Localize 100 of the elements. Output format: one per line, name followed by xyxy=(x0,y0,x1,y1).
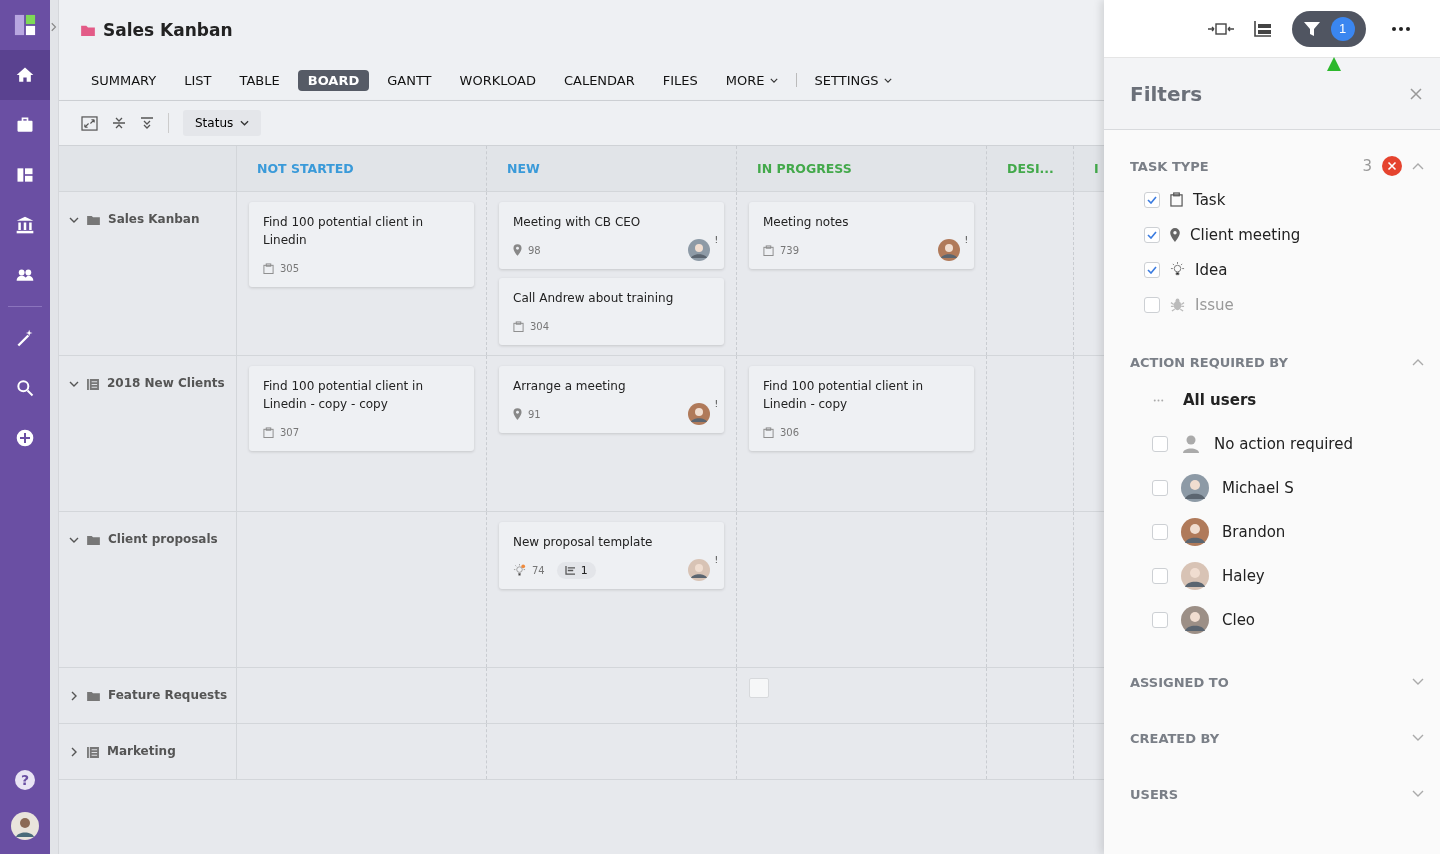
task-card[interactable]: New proposal template 74 1 ! xyxy=(499,522,724,589)
task-number: 91 xyxy=(528,408,541,420)
option-label[interactable]: Client meeting xyxy=(1190,225,1301,244)
task-number: 305 xyxy=(280,262,300,274)
avatar xyxy=(1181,606,1209,634)
checkbox[interactable] xyxy=(1152,612,1168,628)
pointer-icon xyxy=(1327,57,1341,71)
location-pin-icon xyxy=(1170,227,1180,242)
card-title: New proposal template xyxy=(513,534,654,551)
checkbox[interactable] xyxy=(1152,524,1168,540)
expand-toggle[interactable] xyxy=(50,0,59,854)
checkbox[interactable] xyxy=(1152,436,1168,452)
subtask-count[interactable]: 1 xyxy=(556,561,596,579)
caret-icon xyxy=(240,120,250,126)
section-title[interactable]: ACTION REQUIRED BY xyxy=(1130,354,1288,370)
checkbox[interactable] xyxy=(1144,191,1160,208)
checkmark-icon xyxy=(1147,195,1157,204)
option-label[interactable]: Task xyxy=(1193,190,1226,209)
task-card[interactable]: Find 100 potential client in Linedin - copy 306 xyxy=(749,366,974,451)
close-icon[interactable] xyxy=(1410,87,1422,100)
task-card[interactable]: Meeting notes 739 ! xyxy=(749,202,974,269)
checkbox[interactable] xyxy=(1144,261,1160,278)
chevron-icon[interactable] xyxy=(69,215,79,225)
card-title: Call Andrew about training xyxy=(513,290,675,307)
task-number: 306 xyxy=(780,426,800,438)
task-card[interactable]: Find 100 potential client in Linedin 305 xyxy=(249,202,474,287)
chevron-icon xyxy=(51,22,57,32)
option-label[interactable]: Haley xyxy=(1222,567,1265,585)
tab[interactable]: SUMMARY xyxy=(81,69,167,91)
group-by-dropdown[interactable]: Status xyxy=(183,110,262,136)
card-title: Find 100 potential client in Linedin - copy xyxy=(763,378,925,413)
tab[interactable]: BOARD xyxy=(297,69,370,91)
fit-width-icon[interactable] xyxy=(1208,22,1234,35)
section-title[interactable]: ASSIGNED TO xyxy=(1130,674,1229,690)
section-title[interactable]: CREATED BY xyxy=(1130,730,1220,746)
tab[interactable]: CALENDAR xyxy=(553,69,645,91)
more-icon xyxy=(1152,398,1165,402)
clipboard-icon xyxy=(1170,192,1183,207)
option-label[interactable]: Idea xyxy=(1195,260,1228,279)
task-card[interactable]: Call Andrew about training 304 xyxy=(499,278,724,345)
alert-mark: ! xyxy=(714,235,718,245)
option-label[interactable]: Michael S xyxy=(1222,479,1294,497)
tab[interactable]: GANTT xyxy=(377,69,442,91)
tab[interactable]: MORE xyxy=(715,69,788,91)
column-title: I xyxy=(1094,161,1100,176)
clipboard-icon xyxy=(763,244,774,256)
chevron-icon[interactable] xyxy=(69,379,79,389)
clipboard-icon xyxy=(263,426,274,438)
tab[interactable]: FILES xyxy=(652,69,708,91)
filter-button[interactable]: 1 xyxy=(1292,10,1366,47)
subtask-icon xyxy=(564,565,576,575)
task-card[interactable]: Meeting with CB CEO 98 ! xyxy=(499,202,724,269)
section-title[interactable]: USERS xyxy=(1130,786,1179,802)
alert-mark: ! xyxy=(964,235,968,245)
option-label[interactable]: Brandon xyxy=(1222,523,1286,541)
list-icon xyxy=(87,747,99,758)
nav-item[interactable] xyxy=(0,50,50,100)
alert-mark: ! xyxy=(714,399,718,409)
search-icon xyxy=(15,378,35,398)
expand-icon[interactable] xyxy=(81,115,98,131)
lightbulb-icon xyxy=(1170,262,1185,277)
briefcase-icon xyxy=(15,115,35,135)
checkbox[interactable] xyxy=(1144,296,1160,313)
tab[interactable]: TABLE xyxy=(229,69,290,91)
more-icon[interactable] xyxy=(1392,26,1410,31)
card-title: Find 100 potential client in Linedin - copy - copy xyxy=(263,378,425,413)
task-number: 739 xyxy=(780,244,800,256)
lightbulb-icon xyxy=(513,563,526,577)
checkmark-icon xyxy=(1147,265,1157,274)
list-icon xyxy=(87,379,99,390)
help-icon[interactable]: ? xyxy=(15,770,35,790)
checkbox[interactable] xyxy=(1152,480,1168,496)
location-pin-icon xyxy=(513,408,522,420)
clear-filter-icon[interactable] xyxy=(1382,156,1402,176)
task-card[interactable]: Arrange a meeting 91 ! xyxy=(499,366,724,433)
tab[interactable]: LIST xyxy=(174,69,222,91)
card-title: Arrange a meeting xyxy=(513,378,627,395)
checkbox[interactable] xyxy=(1152,568,1168,584)
chevron-icon[interactable] xyxy=(69,747,79,757)
user-avatar[interactable] xyxy=(11,812,39,840)
option-label[interactable]: Cleo xyxy=(1222,611,1256,629)
tab[interactable]: WORKLOAD xyxy=(449,69,546,91)
location-pin-icon xyxy=(513,244,522,256)
chevron-icon[interactable] xyxy=(69,691,79,701)
folder-icon xyxy=(87,691,100,701)
checkbox[interactable] xyxy=(1144,226,1160,243)
collapse-rows-icon[interactable] xyxy=(112,116,126,130)
hierarchy-icon[interactable] xyxy=(1254,20,1272,37)
chevron-icon[interactable] xyxy=(69,535,79,545)
folder-icon xyxy=(87,215,100,225)
option-label[interactable]: No action required xyxy=(1214,435,1353,453)
option-label[interactable]: All users xyxy=(1183,391,1257,409)
clipboard-icon xyxy=(763,426,774,438)
lane-name: Feature Requests xyxy=(108,688,228,702)
tab[interactable]: SETTINGS xyxy=(804,69,902,91)
section-title[interactable]: TASK TYPE xyxy=(1130,158,1209,174)
task-number: 74 xyxy=(532,564,545,576)
avatar xyxy=(1181,474,1209,502)
task-card[interactable]: Find 100 potential client in Linedin - copy - copy 307 xyxy=(249,366,474,451)
collapse-all-icon[interactable] xyxy=(140,116,154,130)
